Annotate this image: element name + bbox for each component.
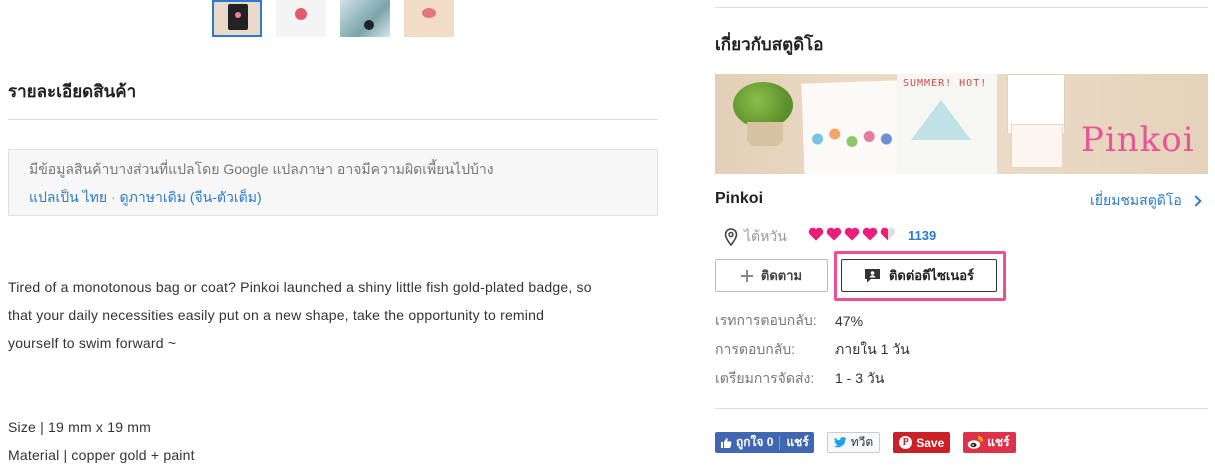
visit-studio-label: เยี่ยมชมสตูดิโอ [1090, 192, 1182, 208]
heart-full-icon [844, 227, 860, 241]
twitter-label: ทวีต [850, 435, 874, 449]
product-details-title: รายละเอียดสินค้า [8, 82, 137, 101]
link-separator: · [110, 189, 116, 205]
pinterest-icon: P [899, 436, 913, 449]
stat-value: 1 - 3 วัน [835, 369, 885, 386]
stat-label: เตรียมการจัดส่ง: [715, 369, 815, 386]
divider [715, 408, 1208, 409]
visit-studio-link[interactable]: เยี่ยมชมสตูดิโอ [1090, 190, 1202, 212]
weibo-label: แชร์ [987, 435, 1010, 449]
studio-name[interactable]: Pinkoi [715, 190, 763, 208]
translation-note: มีข้อมูลสินค้าบางส่วนที่แปลโดย Google แป… [29, 161, 494, 177]
contact-designer-button[interactable]: ติดต่อดีไซเนอร์ [841, 259, 997, 292]
thumbnail-1[interactable] [212, 0, 262, 37]
pinterest-save-button[interactable]: P Save [893, 432, 951, 453]
facebook-like-button[interactable]: ถูกใจ 0 แชร์ [715, 432, 814, 453]
rating-count[interactable]: 1139 [908, 228, 936, 243]
rating-hearts [808, 226, 896, 242]
thumbnail-3[interactable] [340, 0, 390, 37]
thumbnail-4[interactable] [404, 0, 454, 37]
banner-summer-text: SUMMER! HOT! [903, 78, 988, 89]
heart-full-icon [826, 227, 842, 241]
heart-full-icon [808, 227, 824, 241]
location-pin-icon [724, 228, 738, 246]
product-description: Tired of a monotonous bag or coat? Pinko… [8, 273, 660, 357]
follow-label: ติดตาม [760, 268, 803, 283]
divider [715, 7, 1208, 8]
heart-half-icon [880, 227, 896, 241]
weibo-share-button[interactable]: แชร์ [963, 432, 1016, 453]
translation-links: แปลเป็น ไทย · ดูภาษาเดิม (จีน-ตัวเต็ม) [29, 187, 637, 207]
stat-label: เรทการตอบกลับ: [715, 311, 817, 328]
translation-notice: มีข้อมูลสินค้าบางส่วนที่แปลโดย Google แป… [8, 149, 658, 216]
stat-label: การตอบกลับ: [715, 340, 796, 357]
heart-full-icon [862, 227, 878, 241]
divider [8, 119, 658, 120]
studio-banner[interactable]: SUMMER! HOT! Pinkoi [715, 74, 1208, 174]
stat-row: การตอบกลับ: ภายใน 1 วัน [715, 335, 910, 364]
thumbnail-2[interactable] [276, 0, 326, 37]
location-text: ไต้หวัน [744, 228, 787, 244]
spec-size: Size | 19 mm x 19 mm [8, 419, 152, 435]
pinterest-label: Save [916, 435, 945, 450]
spec-material: Material | copper gold + paint [8, 447, 195, 463]
chevron-right-icon [1190, 195, 1202, 207]
twitter-bird-icon [833, 437, 847, 448]
stat-value: 47% [835, 312, 864, 329]
description-line: yourself to swim forward ~ [8, 335, 177, 351]
translate-link[interactable]: แปลเป็น ไทย [29, 189, 107, 205]
plus-icon [740, 269, 753, 282]
facebook-share-label[interactable]: แชร์ [786, 433, 808, 452]
stat-row: เตรียมการจัดส่ง: 1 - 3 วัน [715, 364, 910, 393]
product-specs: Size | 19 mm x 19 mm Material | copper g… [8, 413, 195, 468]
twitter-tweet-button[interactable]: ทวีต [826, 432, 881, 453]
stat-row: เรทการตอบกลับ: 47% [715, 306, 910, 335]
product-thumbnails [212, 0, 454, 37]
studio-location: ไต้หวัน [724, 226, 787, 248]
share-bar: ถูกใจ 0 แชร์ ทวีต P Save แชร์ [715, 432, 1016, 453]
chat-icon [864, 269, 880, 283]
description-line: that your daily necessities easily put o… [8, 307, 545, 323]
people-illustration [809, 114, 895, 164]
studio-stats: เรทการตอบกลับ: 47% การตอบกลับ: ภายใน 1 ว… [715, 306, 910, 393]
follow-button[interactable]: ติดตาม [715, 259, 828, 292]
about-studio-title: เกี่ยวกับสตูดิโอ [715, 35, 824, 54]
contact-label: ติดต่อดีไซเนอร์ [888, 268, 975, 283]
facebook-like-label: ถูกใจ 0 [736, 435, 774, 449]
thumbs-up-icon [721, 437, 732, 448]
stat-value: ภายใน 1 วัน [835, 340, 910, 357]
weibo-icon [968, 435, 984, 449]
view-original-link[interactable]: ดูภาษาเดิม (จีน-ตัวเต็ม) [120, 189, 262, 205]
banner-logo: Pinkoi [1081, 120, 1195, 160]
description-line: Tired of a monotonous bag or coat? Pinko… [8, 279, 592, 295]
